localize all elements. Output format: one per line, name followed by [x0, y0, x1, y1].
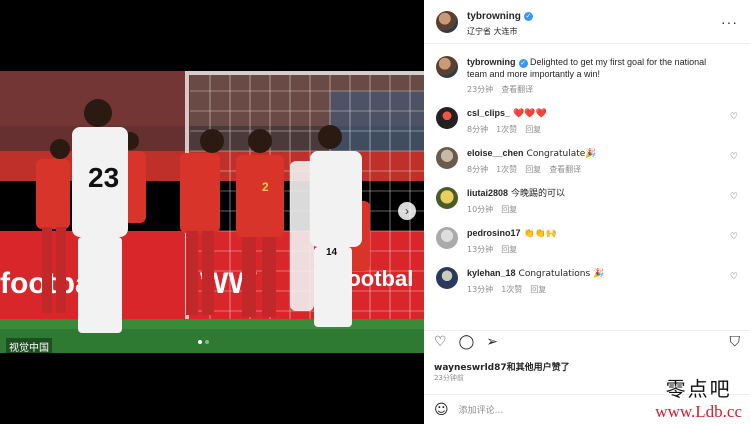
- site-watermark-cn: 零点吧: [665, 377, 732, 401]
- comment-row: eloise__chen Congratulate🎉 8分钟 1次赞 回复 查看翻…: [436, 147, 738, 175]
- avatar[interactable]: [436, 267, 458, 289]
- comment-time: 10分钟: [467, 205, 494, 214]
- comment-row: csl_clips_ ❤️❤️❤️ 8分钟 1次赞 回复 ♡: [436, 107, 738, 135]
- bookmark-icon[interactable]: ⛉: [730, 334, 741, 350]
- comment-username[interactable]: liutai2808: [467, 188, 508, 198]
- verified-badge-icon: ✓: [523, 12, 533, 21]
- post-timestamp: 23分钟前: [434, 374, 464, 382]
- action-bar: ♡ ◯ ➢ ⛉: [424, 330, 750, 352]
- chevron-right-icon[interactable]: ›: [398, 202, 416, 220]
- comment-likes[interactable]: 1次赞: [496, 124, 517, 135]
- jersey-number-2: 2: [262, 180, 269, 194]
- translate-link[interactable]: 查看翻译: [501, 84, 533, 95]
- comment-likes[interactable]: 1次赞: [501, 284, 522, 295]
- post-photo[interactable]: footba WW footbal: [0, 71, 424, 353]
- reply-link[interactable]: 回复: [525, 164, 541, 175]
- comment-text: 今晚踢的可以: [511, 189, 566, 199]
- media-panel: footba WW footbal: [0, 0, 424, 424]
- carousel-dots: [198, 340, 209, 344]
- comment-input[interactable]: 添加评论...: [459, 403, 504, 416]
- comment-time: 13分钟: [467, 245, 494, 254]
- comment-row: kylehan_18 Congratulations 🎉 13分钟 1次赞 回复 …: [436, 267, 738, 295]
- jersey-number-23: 23: [88, 162, 119, 193]
- comment-username[interactable]: pedrosino17: [467, 228, 521, 238]
- caption-username[interactable]: tybrowning: [467, 57, 516, 67]
- heart-icon[interactable]: ♡: [730, 151, 738, 162]
- comment-icon[interactable]: ◯: [459, 334, 475, 350]
- avatar[interactable]: [436, 107, 458, 129]
- header-username-text[interactable]: tybrowning: [467, 11, 521, 22]
- heart-icon[interactable]: ♡: [730, 111, 738, 122]
- send-icon[interactable]: ➢: [486, 334, 498, 350]
- avatar[interactable]: [436, 187, 458, 209]
- translate-link[interactable]: 查看翻译: [549, 164, 581, 175]
- avatar[interactable]: [436, 56, 458, 78]
- reply-link[interactable]: 回复: [530, 284, 546, 295]
- jersey-number-14: 14: [326, 247, 338, 258]
- site-watermark: 零点吧 www.Ldb.cc: [655, 373, 742, 422]
- avatar[interactable]: [436, 147, 458, 169]
- likes-summary[interactable]: wayneswrld87和其他用户赞了: [434, 360, 570, 373]
- comment-time: 13分钟: [467, 285, 494, 294]
- site-watermark-url: www.Ldb.cc: [655, 402, 742, 421]
- comment-text: Congratulate🎉: [526, 149, 597, 159]
- avatar[interactable]: [436, 227, 458, 249]
- comment-text: ❤️❤️❤️: [513, 109, 547, 119]
- comment-time: 8分钟: [467, 125, 489, 134]
- caption-text: tybrowning ✓ Delighted to get my first go…: [467, 56, 720, 80]
- post-details-panel: tybrowning ✓ 辽宁省 大连市 ··· tybrowning ✓ Del…: [424, 0, 750, 424]
- heart-icon[interactable]: ♡: [434, 334, 447, 350]
- comment-username[interactable]: kylehan_18: [467, 268, 516, 278]
- comment-time: 8分钟: [467, 165, 489, 174]
- comment-likes[interactable]: 1次赞: [496, 164, 517, 175]
- heart-icon[interactable]: ♡: [730, 271, 738, 282]
- avatar[interactable]: [436, 10, 458, 33]
- location-link[interactable]: 辽宁省 大连市: [467, 26, 721, 37]
- reply-link[interactable]: 回复: [501, 244, 517, 255]
- heart-icon[interactable]: ♡: [730, 231, 738, 242]
- comment-row: pedrosino17 👏👏🙌 13分钟 回复 ♡: [436, 227, 738, 255]
- post-header: tybrowning ✓ 辽宁省 大连市 ···: [424, 0, 750, 44]
- photo-credit: 视觉中国: [6, 338, 52, 355]
- reply-link[interactable]: 回复: [501, 204, 517, 215]
- comment-text: Congratulations 🎉: [518, 269, 605, 279]
- caption-time: 23分钟: [467, 85, 494, 94]
- reply-link[interactable]: 回复: [525, 124, 541, 135]
- comment-username[interactable]: csl_clips_: [467, 108, 510, 118]
- comment-username[interactable]: eloise__chen: [467, 148, 524, 158]
- football-celebration-image: footba WW footbal: [0, 71, 424, 353]
- more-horizontal-icon[interactable]: ···: [721, 14, 738, 30]
- verified-badge-icon: ✓: [518, 59, 528, 68]
- comments-list: tybrowning ✓ Delighted to get my first go…: [424, 44, 750, 324]
- comment-text: 👏👏🙌: [523, 229, 558, 239]
- smile-icon[interactable]: ☺: [434, 402, 449, 418]
- heart-icon[interactable]: ♡: [730, 191, 738, 202]
- caption-row: tybrowning ✓ Delighted to get my first go…: [436, 56, 738, 95]
- comment-row: liutai2808 今晚踢的可以 10分钟 回复 ♡: [436, 187, 738, 215]
- header-username[interactable]: tybrowning ✓: [467, 11, 533, 22]
